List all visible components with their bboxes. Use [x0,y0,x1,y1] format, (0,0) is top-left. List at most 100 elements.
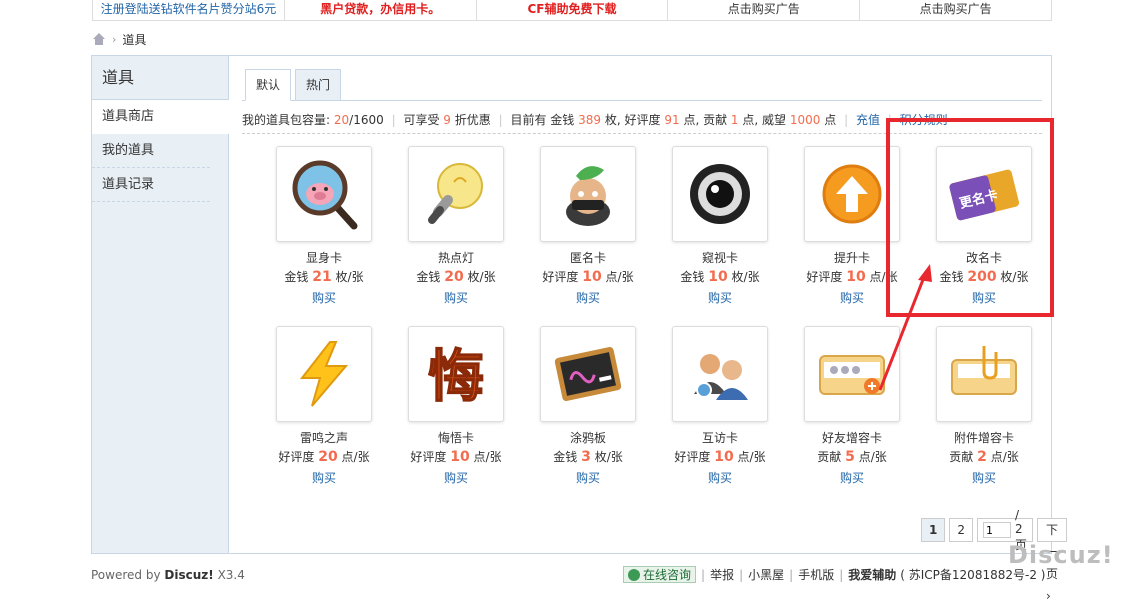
top-ad-bar: 注册登陆送钻软件名片赞分站6元 黑户贷款，办信用卡。 CF辅助免费下载 点击购买… [92,0,1052,21]
report-link[interactable]: 举报 [710,566,734,583]
recharge-link[interactable]: 充值 [856,113,880,127]
ad-link-1[interactable]: 注册登陆送钻软件名片赞分站6元 [93,0,285,20]
home-icon[interactable] [92,33,106,45]
item-name: 热点灯 [437,251,474,265]
item-icon-box[interactable] [672,146,768,242]
money-unit: 枚, 好评度 [604,113,661,127]
capacity-total: /1600 [349,113,384,127]
item-name: 雷鸣之声 [299,431,348,445]
item-icon-box[interactable] [408,146,504,242]
item-card: 雷鸣之声 好评度 20 点/张 购买 [258,326,390,486]
capacity-used: 20 [333,113,350,127]
masked-head-icon [566,166,610,226]
item-price: 贡献 5 点/张 [817,449,887,465]
item-price: 好评度 20 点/张 [278,449,370,465]
site-name-link[interactable]: 我爱辅助 [848,566,896,583]
buy-button[interactable]: 购买 [708,469,732,486]
item-card: 窥视卡 金钱 10 枚/张 购买 [654,146,786,306]
footer-links: 在线咨询 | 举报 | 小黑屋 | 手机版 | 我爱辅助 ( 苏ICP备1208… [623,566,1045,583]
capacity-label: 我的道具包容量: [242,113,331,127]
item-name: 显身卡 [305,251,342,265]
item-icon-box[interactable] [540,146,636,242]
page-1[interactable]: 1 [921,518,946,542]
item-card: 匿名卡 好评度 10 点/张 购买 [522,146,654,306]
ad-link-2[interactable]: 黑户贷款，办信用卡。 [285,0,477,20]
item-card: 悔 悔悟卡 好评度 10 点/张 购买 [390,326,522,486]
ad-link-3[interactable]: CF辅助免费下载 [477,0,669,20]
annotation-arrow [878,264,932,391]
buy-button[interactable]: 购买 [708,289,732,306]
item-price: 贡献 2 点/张 [949,449,1019,465]
mobile-link[interactable]: 手机版 [798,566,834,583]
page-jump: / 2 页 [977,508,1033,552]
item-price: 好评度 10 点/张 [542,269,634,285]
regret-glyph: 悔 [428,345,484,410]
buy-button[interactable]: 购买 [840,289,864,306]
chalkboard-icon [554,346,622,402]
item-icon-box[interactable] [672,326,768,422]
item-card: 显身卡 金钱 21 枚/张 购买 [258,146,390,306]
sidebar-item-records[interactable]: 道具记录 [92,168,210,202]
item-icon-box[interactable] [276,146,372,242]
buy-button[interactable]: 购买 [444,289,468,306]
page-2[interactable]: 2 [949,518,973,542]
rating-unit: 点, 贡献 [683,113,728,127]
item-name: 附件增容卡 [953,431,1014,445]
item-price: 好评度 10 点/张 [410,449,502,465]
item-name: 涂鸦板 [569,431,606,445]
rating-value: 91 [664,113,680,127]
discount-pre: 可享受 [403,113,440,127]
item-name: 匿名卡 [569,251,606,265]
magnifier-pig-icon [292,160,358,230]
lightbulb-icon [428,163,483,224]
item-price: 金钱 3 枚/张 [553,449,623,465]
buy-button[interactable]: 购买 [576,469,600,486]
buy-button[interactable]: 购买 [444,469,468,486]
sidebar-title: 道具 [92,56,228,100]
item-icon-box[interactable] [936,326,1032,422]
prestige-unit: 点 [824,113,837,127]
page-jump-input[interactable] [983,522,1011,538]
item-card: 涂鸦板 金钱 3 枚/张 购买 [522,326,654,486]
sidebar-item-shop[interactable]: 道具商店 [92,100,229,134]
discuz-watermark: Discuz! [1008,541,1114,569]
item-name: 好友增容卡 [821,431,882,445]
buy-button[interactable]: 购买 [576,289,600,306]
item-name: 悔悟卡 [437,431,474,445]
money-label: 目前有 金钱 [510,113,575,127]
buy-button[interactable]: 购买 [312,289,336,306]
up-arrow-icon [822,164,882,224]
item-price: 金钱 20 枚/张 [416,269,496,285]
item-price: 金钱 21 枚/张 [284,269,364,285]
item-name: 窥视卡 [701,251,738,265]
online-consult-button[interactable]: 在线咨询 [623,566,697,583]
item-card: 互访卡 好评度 10 点/张 购买 [654,326,786,486]
breadcrumb-separator: › [112,32,117,46]
ad-link-4[interactable]: 点击购买广告 [668,0,861,20]
buy-button[interactable]: 购买 [312,469,336,486]
regret-char-icon: 悔 [427,344,485,411]
buy-button[interactable]: 购买 [972,469,996,486]
contrib-unit: 点, 威望 [742,113,787,127]
ad-link-5[interactable]: 点击购买广告 [860,0,1051,20]
attachment-expand-icon [951,346,1017,395]
breadcrumb-current[interactable]: 道具 [122,31,146,48]
buy-button[interactable]: 购买 [840,469,864,486]
discount-num: 9 [443,113,451,127]
blacklist-link[interactable]: 小黑屋 [748,566,784,583]
pagination: 1 2 / 2 页 下一页 › [921,508,1068,603]
item-icon-box[interactable]: 悔 [408,326,504,422]
item-icon-box[interactable] [276,326,372,422]
tab-hot[interactable]: 热门 [295,69,341,101]
money-value: 389 [578,113,602,127]
sidebar: 道具 道具商店 我的道具 道具记录 [92,56,229,553]
contrib-value: 1 [730,113,739,127]
eye-lens-icon [690,164,750,224]
item-icon-box[interactable] [540,326,636,422]
discount-post: 折优惠 [454,113,491,127]
tab-bar: 默认 热门 [242,69,1042,101]
next-page-button[interactable]: 下一页 › [1037,518,1068,603]
sidebar-item-my-items[interactable]: 我的道具 [92,134,210,168]
tab-default[interactable]: 默认 [245,69,291,101]
chat-icon [628,568,640,581]
